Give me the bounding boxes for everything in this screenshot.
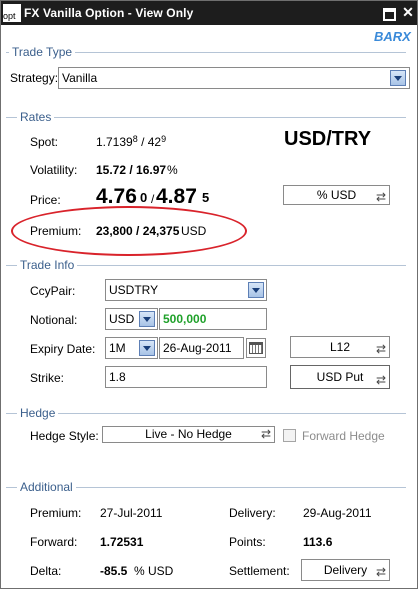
window-title: FX Vanilla Option - View Only [24, 6, 194, 20]
forward-hedge-checkbox[interactable] [283, 429, 296, 442]
points-label: Points: [229, 535, 266, 549]
section-additional: Additional [17, 480, 76, 494]
maximize-button[interactable] [383, 8, 396, 21]
delta-label: Delta: [30, 564, 62, 578]
spot-ask: 42 [147, 135, 162, 149]
swap-arrows-icon: ⇄ [375, 342, 386, 356]
chevron-down-icon[interactable] [139, 340, 155, 356]
spot-separator: / [141, 135, 145, 149]
highlight-annotation [11, 206, 247, 256]
delivery-date: 29-Aug-2011 [303, 506, 372, 520]
strategy-select[interactable]: Vanilla [58, 67, 410, 89]
volatility-unit: % [167, 163, 178, 177]
volatility-label: Volatility: [30, 163, 78, 177]
spot-label: Spot: [30, 135, 59, 149]
delta-value: -85.5 [100, 564, 128, 578]
add-premium-date: 27-Jul-2011 [100, 506, 163, 520]
ccypair-value: USDTRY [109, 283, 159, 297]
hedge-style-value: Live - No Hedge [145, 427, 232, 441]
price-unit-button[interactable]: % USD ⇄ [283, 185, 390, 205]
calendar-icon[interactable] [246, 338, 266, 358]
price-ask: 4.87 [156, 185, 197, 208]
strategy-label: Strategy: [10, 71, 59, 85]
section-divider [6, 413, 406, 414]
section-trade-type: Trade Type [9, 45, 76, 59]
title-bar: opt FX Vanilla Option - View Only ✕ [1, 1, 417, 25]
swap-arrows-icon: ⇄ [375, 190, 386, 204]
ccypair-select[interactable]: USDTRY [105, 279, 267, 301]
expiry-date-label: Expiry Date: [30, 342, 96, 356]
app-icon: opt [3, 4, 21, 22]
swap-arrows-icon: ⇄ [375, 373, 386, 387]
section-rates: Rates [17, 110, 55, 124]
forward-label: Forward: [30, 535, 78, 549]
forward-value: 1.72531 [100, 535, 144, 549]
add-premium-label: Premium: [30, 506, 82, 520]
price-label: Price: [30, 193, 61, 207]
price-bid-extra: 0 [140, 190, 148, 205]
option-window: opt FX Vanilla Option - View Only ✕ BARX… [0, 0, 418, 589]
notional-currency-select[interactable]: USD [105, 308, 158, 330]
swap-arrows-icon: ⇄ [375, 565, 386, 579]
currency-pair-title: USD/TRY [284, 128, 372, 150]
spot-value: 1.71398 / 429 [96, 134, 167, 149]
points-value: 113.6 [303, 535, 333, 549]
forward-hedge-label: Forward Hedge [302, 429, 385, 443]
price-ask-extra: 5 [202, 190, 210, 205]
notional-input[interactable]: 500,000 [159, 308, 267, 330]
chevron-down-icon[interactable] [390, 70, 406, 86]
swap-arrows-icon: ⇄ [260, 427, 271, 441]
spot-ask-pip: 9 [161, 134, 167, 144]
cut-label: L12 [329, 340, 351, 354]
strategy-value: Vanilla [62, 71, 98, 85]
expiry-tenor: 1M [109, 341, 126, 355]
cut-button[interactable]: L12 ⇄ [290, 336, 390, 358]
price-unit-label: % USD [316, 188, 357, 202]
notional-currency: USD [109, 312, 135, 326]
hedge-style-button[interactable]: Live - No Hedge ⇄ [102, 426, 275, 443]
settlement-label: Settlement: [229, 564, 290, 578]
put-call-label: USD Put [316, 370, 364, 384]
settlement-button[interactable]: Delivery ⇄ [301, 559, 390, 581]
chevron-down-icon[interactable] [248, 282, 264, 298]
section-hedge: Hedge [17, 406, 59, 420]
close-button[interactable]: ✕ [401, 5, 415, 19]
spot-bid: 1.7139 [96, 135, 133, 149]
expiry-tenor-select[interactable]: 1M [105, 337, 158, 359]
strike-input[interactable]: 1.8 [105, 366, 267, 388]
section-divider [6, 117, 406, 118]
settlement-value: Delivery [323, 563, 368, 577]
strike-label: Strike: [30, 371, 65, 385]
chevron-down-icon[interactable] [139, 311, 155, 327]
delta-unit: % USD [134, 564, 174, 578]
ccypair-label: CcyPair: [30, 284, 76, 298]
spot-bid-pip: 8 [132, 134, 138, 144]
volatility-value: 15.72 / 16.97 [96, 163, 167, 177]
expiry-date-input[interactable]: 26-Aug-2011 [159, 337, 244, 359]
price-separator: / [151, 192, 155, 206]
section-trade-info: Trade Info [17, 258, 78, 272]
delivery-label: Delivery: [229, 506, 276, 520]
brand-logo: BARX [374, 29, 411, 44]
notional-label: Notional: [30, 313, 78, 327]
put-call-button[interactable]: USD Put ⇄ [290, 365, 390, 389]
hedge-style-label: Hedge Style: [30, 429, 99, 443]
